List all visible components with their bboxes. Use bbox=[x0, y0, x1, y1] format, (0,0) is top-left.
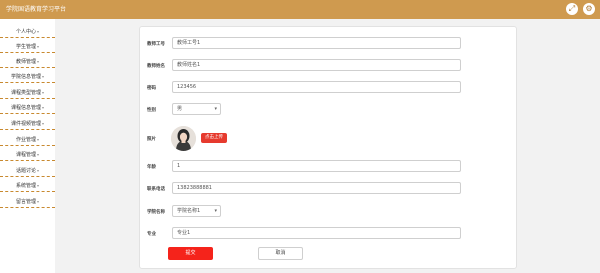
chevron-down-icon: ▾ bbox=[37, 183, 40, 188]
gender-value: 男 bbox=[177, 106, 183, 112]
chevron-down-icon: ▾ bbox=[37, 59, 40, 64]
phone-input[interactable]: 13823888881 bbox=[172, 182, 461, 194]
app-title: 学院国语教育学习平台 bbox=[6, 6, 67, 13]
sidebar: 个人中心▾ 学生管理▾ 教师管理▾ 学院信息管理▾ 课程类型管理▾ 课程信息管理… bbox=[0, 19, 55, 273]
password-label: 密码 bbox=[147, 86, 156, 91]
phone-label: 联系电话 bbox=[147, 187, 165, 192]
fullscreen-icon[interactable]: ⤢ bbox=[566, 3, 578, 15]
college-select[interactable]: 学院名称1 ▾ bbox=[172, 205, 221, 217]
sidebar-item-course-types[interactable]: 课程类型管理▾ bbox=[0, 86, 55, 99]
chevron-down-icon: ▾ bbox=[37, 168, 40, 173]
upload-button[interactable]: 点击上传 bbox=[201, 133, 227, 143]
sidebar-item-discussion[interactable]: 话题讨论▾ bbox=[0, 164, 55, 177]
top-bar: 学院国语教育学习平台 ⤢ ⚙ bbox=[0, 0, 600, 19]
submit-button[interactable]: 提交 bbox=[168, 247, 213, 260]
major-input[interactable]: 专业1 bbox=[172, 227, 461, 239]
cancel-button[interactable]: 取消 bbox=[258, 247, 303, 260]
chevron-down-icon: ▾ bbox=[42, 105, 45, 110]
age-label: 年龄 bbox=[147, 165, 156, 170]
age-input[interactable]: 1 bbox=[172, 160, 461, 172]
chevron-down-icon: ▾ bbox=[37, 152, 40, 157]
avatar bbox=[171, 126, 196, 151]
teacher-id-label: 教师工号 bbox=[147, 42, 165, 47]
gender-label: 性别 bbox=[147, 108, 156, 113]
sidebar-item-course-info[interactable]: 课程信息管理▾ bbox=[0, 101, 55, 114]
sidebar-item-system[interactable]: 系统管理▾ bbox=[0, 179, 55, 192]
sidebar-item-label: 学生管理 bbox=[15, 44, 36, 50]
sidebar-item-teachers[interactable]: 教师管理▾ bbox=[0, 55, 55, 68]
chevron-down-icon: ▾ bbox=[42, 90, 45, 95]
sidebar-item-label: 个人中心 bbox=[15, 29, 36, 35]
sidebar-item-label: 教师管理 bbox=[15, 59, 36, 65]
sidebar-item-label: 课程类型管理 bbox=[10, 90, 41, 96]
teacher-id-input[interactable]: 教师工号1 bbox=[172, 37, 461, 49]
chevron-down-icon: ▾ bbox=[42, 74, 45, 79]
sidebar-item-videos[interactable]: 课件视频管理▾ bbox=[0, 117, 55, 130]
sidebar-item-homework[interactable]: 作业管理▾ bbox=[0, 133, 55, 146]
college-value: 学院名称1 bbox=[177, 208, 201, 214]
major-label: 专业 bbox=[147, 232, 156, 237]
chevron-down-icon: ▾ bbox=[214, 106, 217, 112]
sidebar-item-label: 课程管理 bbox=[15, 152, 36, 158]
college-label: 学院名称 bbox=[147, 210, 165, 215]
sidebar-item-courses[interactable]: 课程管理▾ bbox=[0, 148, 55, 161]
teacher-name-input[interactable]: 教师姓名1 bbox=[172, 59, 461, 71]
user-menu-icon[interactable]: ⚙ bbox=[583, 3, 595, 15]
sidebar-item-personal-center[interactable]: 个人中心▾ bbox=[0, 25, 55, 38]
sidebar-item-label: 话题讨论 bbox=[15, 168, 36, 174]
password-input[interactable]: 123456 bbox=[172, 81, 461, 93]
sidebar-item-label: 学院信息管理 bbox=[10, 74, 41, 80]
gender-select[interactable]: 男 ▾ bbox=[172, 103, 221, 115]
sidebar-item-college-info[interactable]: 学院信息管理▾ bbox=[0, 70, 55, 83]
chevron-down-icon: ▾ bbox=[214, 208, 217, 214]
chevron-down-icon: ▾ bbox=[37, 199, 40, 204]
avatar-image bbox=[171, 126, 196, 151]
sidebar-item-label: 作业管理 bbox=[15, 137, 36, 143]
teacher-name-label: 教师姓名 bbox=[147, 64, 165, 69]
chevron-down-icon: ▾ bbox=[37, 29, 40, 34]
sidebar-item-students[interactable]: 学生管理▾ bbox=[0, 40, 55, 53]
sidebar-item-label: 系统管理 bbox=[15, 183, 36, 189]
sidebar-item-label: 课程信息管理 bbox=[10, 105, 41, 111]
sidebar-item-messages[interactable]: 留言管理▾ bbox=[0, 195, 55, 208]
photo-label: 照片 bbox=[147, 137, 156, 142]
chevron-down-icon: ▾ bbox=[37, 44, 40, 49]
chevron-down-icon: ▾ bbox=[37, 137, 40, 142]
sidebar-item-label: 课件视频管理 bbox=[10, 121, 41, 127]
sidebar-item-label: 留言管理 bbox=[15, 199, 36, 205]
chevron-down-icon: ▾ bbox=[42, 121, 45, 126]
